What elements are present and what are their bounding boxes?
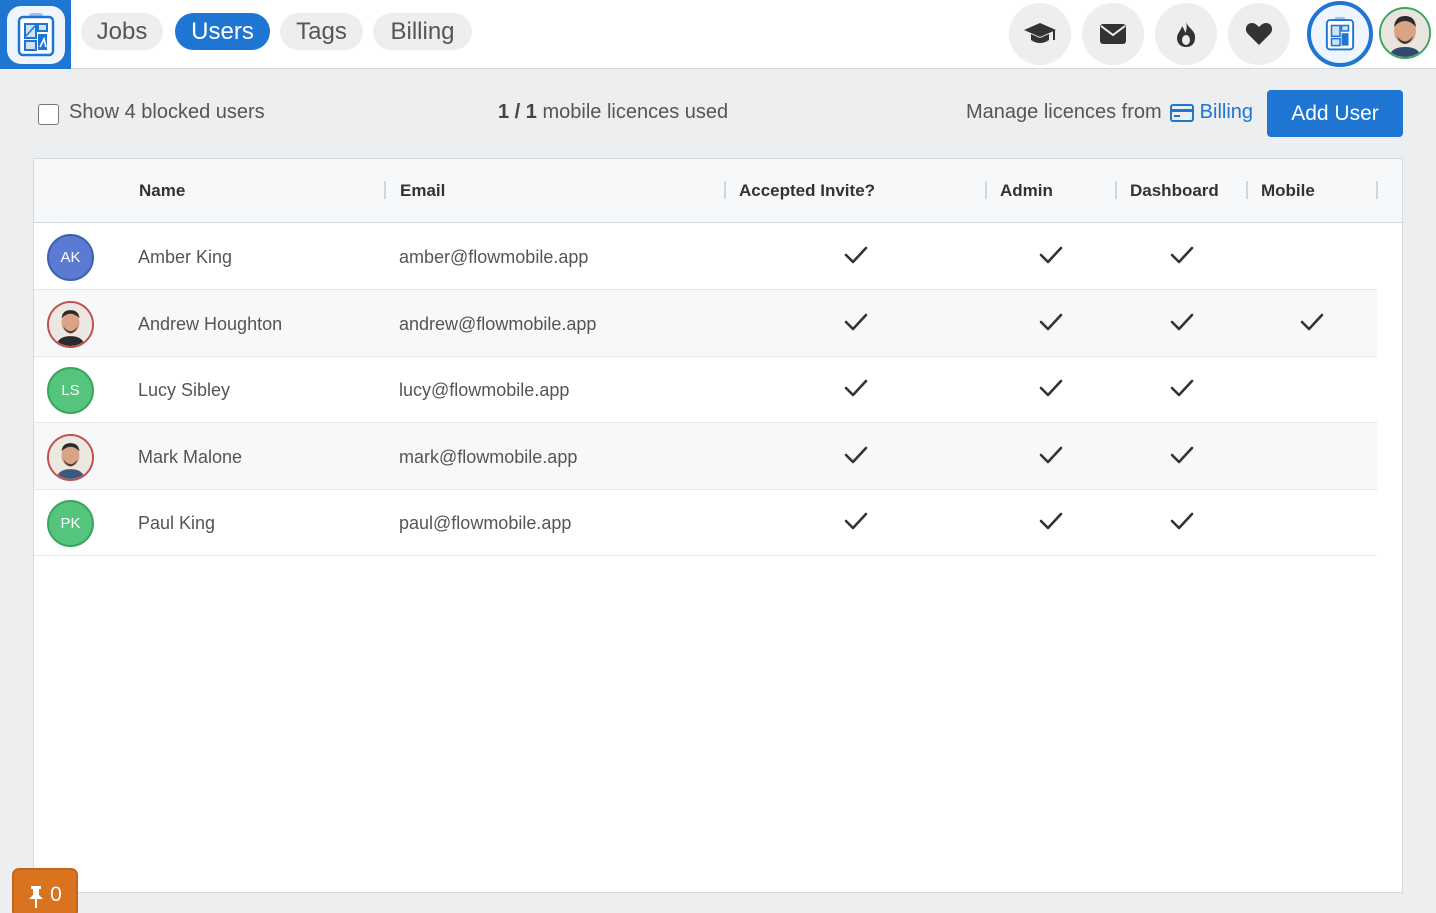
checkmark-icon [1170,511,1194,531]
app-logo[interactable] [0,0,71,69]
user-initials: LS [61,382,80,400]
tab-billing-label: Billing [390,17,455,45]
checkmark-icon [1300,312,1324,332]
manage-licences: Manage licences from Billing [966,101,1253,124]
heart-icon [1245,23,1273,45]
clipboard-logo-icon [6,5,65,64]
column-dashboard[interactable]: Dashboard [1130,181,1219,201]
checkmark-icon [844,245,868,265]
tab-tags[interactable]: Tags [280,13,363,50]
users-table: Name Email Accepted Invite? Admin Dashbo… [33,158,1403,893]
checkmark-icon [1170,312,1194,332]
user-email: paul@flowmobile.app [399,513,572,534]
licence-label: mobile licences used [542,101,729,123]
column-resize-handle[interactable] [1376,181,1378,199]
column-resize-handle[interactable] [724,181,726,199]
column-email[interactable]: Email [400,181,445,201]
user-email: lucy@flowmobile.app [399,380,570,401]
current-user-avatar[interactable] [1379,7,1431,59]
licence-usage: 1 / 1 mobile licences used [498,101,728,124]
tab-users-label: Users [191,17,254,45]
billing-link[interactable]: Billing [1169,101,1254,124]
column-resize-handle[interactable] [1246,181,1248,199]
table-row[interactable]: PK Paul King paul@flowmobile.app [34,489,1377,557]
user-email: amber@flowmobile.app [399,247,589,267]
column-admin[interactable]: Admin [1000,181,1053,201]
tab-jobs-label: Jobs [96,17,148,45]
top-bar: Jobs Users Tags Billing [0,0,1436,69]
checkmark-icon [1039,378,1063,398]
table-header: Name Email Accepted Invite? Admin Dashbo… [34,159,1402,223]
manage-label: Manage licences from [966,101,1162,123]
show-blocked-label: Show 4 blocked users [69,101,265,123]
tab-jobs[interactable]: Jobs [81,13,163,50]
user-name: Paul King [138,513,216,534]
user-initials: PK [60,515,81,533]
favourites-button[interactable] [1228,3,1290,65]
checkmark-icon [1170,245,1194,265]
licence-count: 1 / 1 [498,101,537,123]
pin-icon [29,886,44,908]
column-resize-handle[interactable] [985,181,987,199]
tab-billing[interactable]: Billing [373,13,472,50]
column-mobile[interactable]: Mobile [1261,181,1315,201]
pinned-count: 0 [50,883,62,906]
user-name: Andrew Houghton [138,313,283,334]
table-row[interactable]: Andrew Houghton andrew@flowmobile.app [34,289,1377,357]
tab-users[interactable]: Users [175,13,270,50]
user-initials: AK [60,249,81,266]
checkmark-icon [1039,245,1063,265]
checkmark-icon [1170,445,1194,465]
checkmark-icon [844,378,868,398]
user-name: Amber King [138,247,233,267]
user-avatar [47,300,94,348]
table-row[interactable]: AK Amber King amber@flowmobile.app [34,223,1377,290]
column-resize-handle[interactable] [1115,181,1117,199]
table-row[interactable]: Mark Malone mark@flowmobile.app [34,422,1377,490]
checkmark-icon [1170,378,1194,398]
checkmark-icon [844,312,868,332]
column-resize-handle[interactable] [384,181,386,199]
column-accepted-invite[interactable]: Accepted Invite? [739,181,875,201]
column-name[interactable]: Name [139,181,185,201]
checkmark-icon [844,445,868,465]
fire-icon [1177,21,1196,47]
app-switcher-button[interactable] [1307,1,1373,67]
checkmark-icon [1039,511,1063,531]
credit-card-icon [1169,103,1194,122]
user-avatar [47,433,94,481]
user-name: Lucy Sibley [138,380,231,401]
user-avatar: PK [47,500,94,548]
table-row[interactable]: LS Lucy Sibley lucy@flowmobile.app [34,356,1377,424]
pinned-items-badge[interactable]: 0 [12,868,78,913]
user-avatar: LS [47,367,94,415]
checkmark-icon [1039,312,1063,332]
checkmark-icon [844,511,868,531]
user-email: mark@flowmobile.app [399,446,578,467]
user-name: Mark Malone [138,446,243,467]
billing-link-label: Billing [1199,101,1254,123]
show-blocked-checkbox[interactable] [38,104,59,125]
whats-new-button[interactable] [1155,3,1217,65]
clipboard-app-icon [1325,17,1355,51]
tab-tags-label: Tags [296,17,347,45]
user-email: andrew@flowmobile.app [399,313,597,334]
checkmark-icon [1039,445,1063,465]
envelope-icon [1100,24,1126,44]
messages-button[interactable] [1082,3,1144,65]
add-user-button[interactable]: Add User [1267,90,1403,137]
user-photo-icon [1381,9,1429,57]
user-avatar: AK [47,234,94,281]
training-button[interactable] [1009,3,1071,65]
graduation-cap-icon [1024,23,1056,43]
